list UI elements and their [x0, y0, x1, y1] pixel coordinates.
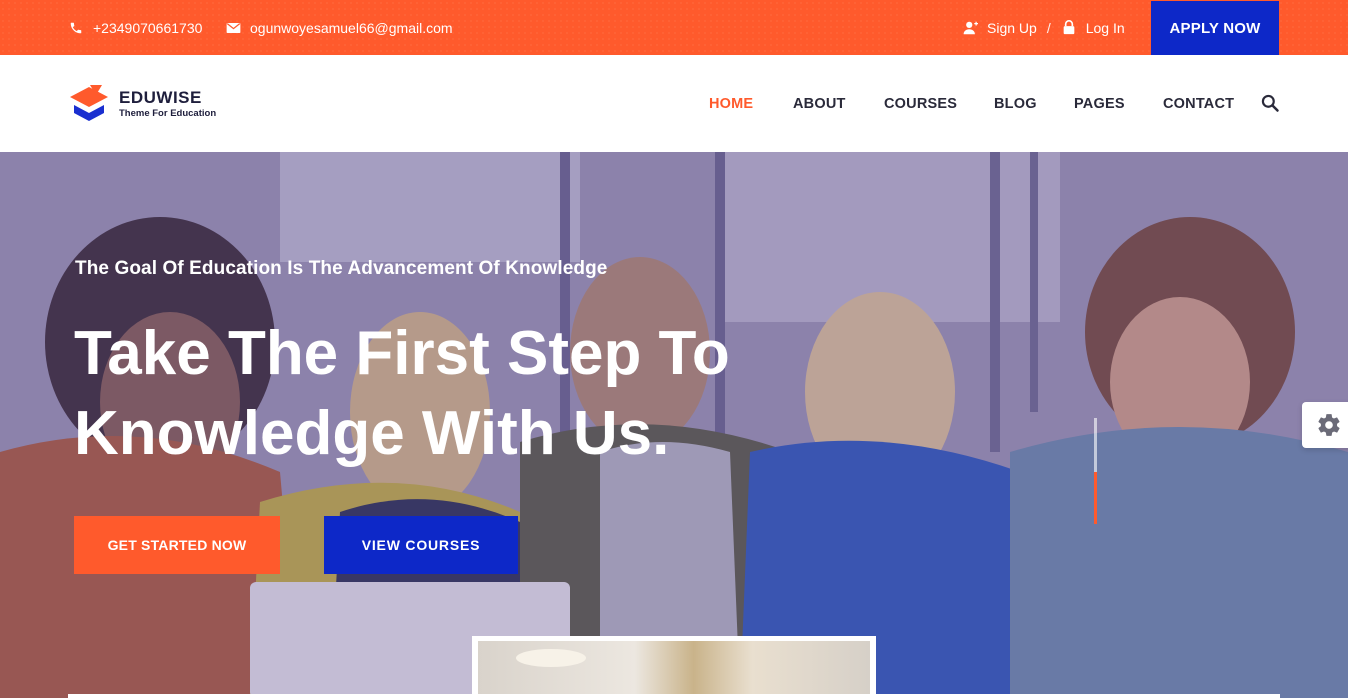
mail-icon: [225, 20, 241, 36]
nav-about[interactable]: ABOUT: [793, 96, 846, 112]
headline-line-2: Knowledge With Us.: [74, 399, 670, 468]
featured-preview-card[interactable]: [472, 636, 876, 698]
hero-section: The Goal Of Education Is The Advancement…: [0, 152, 1348, 698]
view-courses-button[interactable]: VIEW COURSES: [324, 516, 518, 574]
site-logo[interactable]: EDUWISE Theme For Education: [68, 83, 216, 125]
get-started-button[interactable]: GET STARTED NOW: [74, 516, 280, 574]
settings-gear-button[interactable]: [1302, 402, 1348, 448]
auth-links: Sign Up / Log In: [962, 0, 1125, 55]
user-icon: [962, 20, 978, 36]
brand-tagline: Theme For Education: [119, 107, 217, 119]
phone-icon: [68, 20, 84, 36]
content-top-edge: [68, 694, 1280, 698]
logo-icon: [70, 85, 108, 121]
nav-contact[interactable]: CONTACT: [1163, 96, 1234, 112]
headline-line-1: Take The First Step To: [74, 319, 730, 388]
hero-tagline: The Goal Of Education Is The Advancement…: [75, 258, 608, 279]
auth-separator: /: [1046, 19, 1051, 36]
nav-blog[interactable]: BLOG: [994, 96, 1037, 112]
email-contact[interactable]: ogunwoyesamuel66@gmail.com: [225, 0, 453, 55]
sign-up-link[interactable]: Sign Up: [987, 20, 1037, 36]
search-icon[interactable]: [1260, 93, 1280, 113]
brand-name: EDUWISE: [119, 87, 202, 107]
preview-lamp: [516, 649, 586, 667]
apply-now-button[interactable]: APPLY NOW: [1151, 1, 1279, 55]
top-bar: +2349070661730 ogunwoyesamuel66@gmail.co…: [0, 0, 1348, 55]
slider-progress-indicator[interactable]: [1094, 418, 1097, 524]
phone-number: +2349070661730: [93, 19, 203, 36]
phone-contact[interactable]: +2349070661730: [68, 0, 202, 55]
lock-icon: [1061, 20, 1077, 36]
hero-headline: Take The First Step To Knowledge With Us…: [74, 314, 834, 474]
main-header: EDUWISE Theme For Education HOME ABOUT C…: [0, 55, 1348, 152]
gear-icon: [1318, 414, 1340, 436]
email-address: ogunwoyesamuel66@gmail.com: [250, 19, 453, 36]
slider-progress-fill: [1094, 472, 1097, 524]
nav-courses[interactable]: COURSES: [884, 96, 957, 112]
log-in-link[interactable]: Log In: [1086, 20, 1125, 36]
nav-home[interactable]: HOME: [709, 96, 753, 112]
preview-card-image: [478, 641, 870, 698]
nav-pages[interactable]: PAGES: [1074, 96, 1125, 112]
